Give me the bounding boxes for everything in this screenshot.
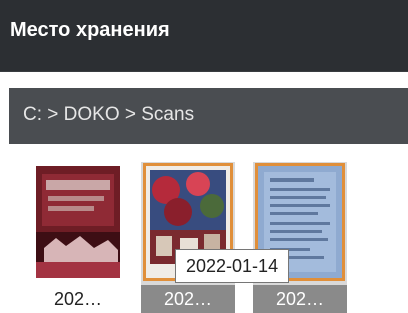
breadcrumb-path[interactable]: C: > DOKO > Scans xyxy=(23,104,194,126)
thumbnail-label: 202… xyxy=(53,289,103,309)
breadcrumb[interactable]: C: > DOKO > Scans xyxy=(9,88,408,144)
thumbnail-item-selected[interactable]: 202… xyxy=(253,162,347,313)
thumbnail-grid: 202… 202… 202… xyxy=(9,144,408,313)
panel-title: Место хранения xyxy=(10,19,170,41)
thumbnail-label: 202… xyxy=(253,285,347,313)
thumbnail-item[interactable]: 202… xyxy=(31,162,125,313)
date-tooltip: 2022-01-14 xyxy=(175,249,290,283)
panel-header: Место хранения xyxy=(0,0,408,72)
thumbnail-label: 202… xyxy=(141,285,235,313)
storage-panel: Место хранения C: > DOKO > Scans 202… 20… xyxy=(0,0,408,313)
thumbnail-item-selected[interactable]: 202… xyxy=(141,162,235,313)
scan-document-red-icon[interactable] xyxy=(36,166,120,278)
